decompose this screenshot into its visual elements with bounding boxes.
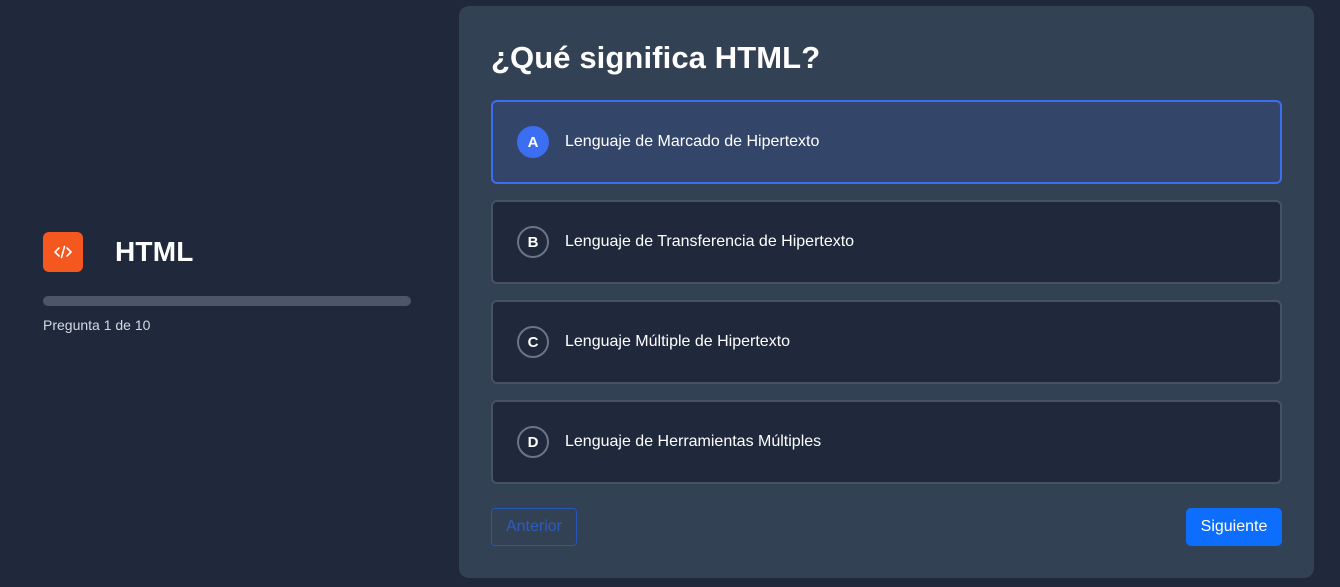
option-label: Lenguaje de Marcado de Hipertexto	[565, 133, 820, 150]
option-letter-badge: C	[517, 326, 549, 358]
option-label: Lenguaje Múltiple de Hipertexto	[565, 333, 791, 350]
answer-options: A Lenguaje de Marcado de Hipertexto B Le…	[491, 100, 1282, 500]
option-letter-badge: A	[517, 126, 549, 158]
question-card: ¿Qué significa HTML? A Lenguaje de Marca…	[459, 6, 1314, 578]
answer-option-c[interactable]: C Lenguaje Múltiple de Hipertexto	[491, 300, 1282, 384]
topic-title: HTML	[115, 236, 194, 267]
progress-bar	[43, 296, 411, 306]
previous-button[interactable]: Anterior	[491, 508, 577, 546]
next-button[interactable]: Siguiente	[1186, 508, 1282, 546]
answer-option-a[interactable]: A Lenguaje de Marcado de Hipertexto	[491, 100, 1282, 184]
code-icon	[43, 232, 83, 272]
option-label: Lenguaje de Transferencia de Hipertexto	[565, 233, 855, 250]
quiz-sidebar: HTML Pregunta 1 de 10	[43, 232, 411, 333]
option-letter-badge: B	[517, 226, 549, 258]
topic-header: HTML	[43, 232, 411, 272]
answer-option-d[interactable]: D Lenguaje de Herramientas Múltiples	[491, 400, 1282, 484]
question-title: ¿Qué significa HTML?	[491, 40, 821, 75]
answer-option-b[interactable]: B Lenguaje de Transferencia de Hipertext…	[491, 200, 1282, 284]
quiz-page: HTML Pregunta 1 de 10 ¿Qué significa HTM…	[0, 0, 1340, 587]
progress-label: Pregunta 1 de 10	[43, 317, 151, 333]
option-letter-badge: D	[517, 426, 549, 458]
option-label: Lenguaje de Herramientas Múltiples	[565, 433, 822, 450]
